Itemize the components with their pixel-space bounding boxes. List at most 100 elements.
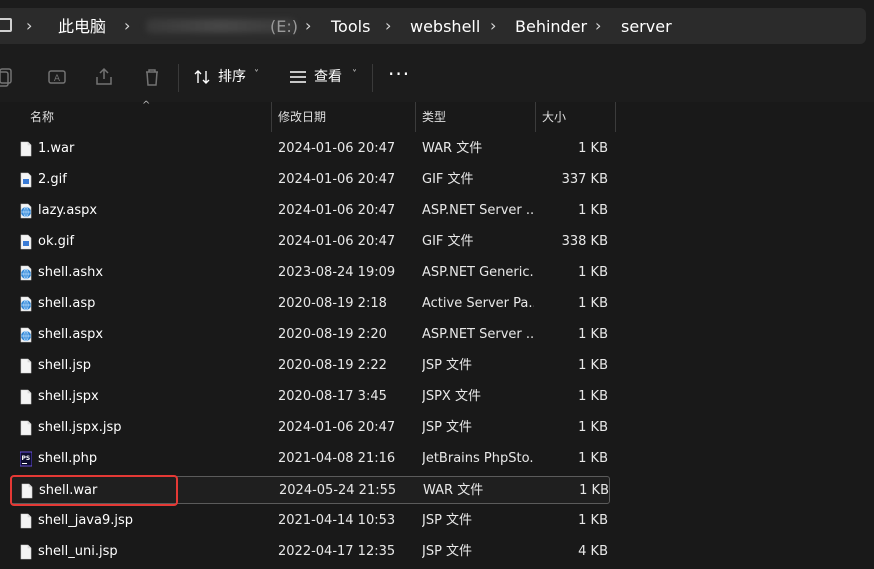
more-options-button[interactable]: ···	[388, 62, 410, 86]
file-size: 1 KB	[578, 358, 608, 373]
rename-icon[interactable]: A	[46, 66, 68, 88]
web-file-icon	[20, 327, 32, 343]
file-icon	[20, 358, 32, 374]
file-row[interactable]: lazy.aspx 2024-01-06 20:47 ASP.NET Server …	[10, 197, 610, 225]
breadcrumb-this-pc[interactable]: 此电脑	[58, 17, 106, 37]
file-row[interactable]: shell.aspx 2020-08-19 2:20 ASP.NET Server …	[10, 321, 610, 349]
file-row[interactable]: shell_uni.jsp 2022-04-17 12:35 JSP 文件 4 KB	[10, 538, 610, 566]
file-size: 1 KB	[578, 296, 608, 311]
address-bar: › 此电脑 › (E:) › Tools › webshell › Behind…	[0, 0, 874, 52]
command-bar: A 排序 ˅ 查看 ˅ ···	[0, 52, 874, 102]
copy-icon[interactable]	[0, 66, 16, 88]
file-date: 2020-08-17 3:45	[278, 389, 387, 404]
file-size: 1 KB	[578, 265, 608, 280]
file-row[interactable]: shell.jspx 2020-08-17 3:45 JSPX 文件 1 KB	[10, 383, 610, 411]
chevron-right-icon[interactable]: ›	[26, 16, 32, 36]
column-name[interactable]: 名称	[24, 102, 272, 132]
column-size[interactable]: 大小	[536, 102, 615, 132]
file-size: 1 KB	[578, 141, 608, 156]
file-row[interactable]: 2.gif 2024-01-06 20:47 GIF 文件 337 KB	[10, 166, 610, 194]
file-type: ASP.NET Generic...	[422, 265, 534, 280]
file-row[interactable]: shell.jsp 2020-08-19 2:22 JSP 文件 1 KB	[10, 352, 610, 380]
file-size: 1 KB	[578, 327, 608, 342]
svg-text:PS: PS	[22, 455, 31, 462]
file-size: 1 KB	[578, 203, 608, 218]
file-size: 337 KB	[561, 172, 608, 187]
file-type: ASP.NET Server ...	[422, 327, 534, 342]
file-date: 2024-01-06 20:47	[278, 420, 396, 435]
computer-icon	[0, 18, 12, 32]
breadcrumb-tools[interactable]: Tools	[331, 17, 370, 37]
file-name: shell.php	[38, 451, 98, 466]
annotation-highlight-box	[10, 475, 178, 506]
file-icon	[20, 420, 32, 436]
file-size: 1 KB	[578, 420, 608, 435]
file-date: 2024-01-06 20:47	[278, 172, 396, 187]
file-row[interactable]: shell_java9.jsp 2021-04-14 10:53 JSP 文件 1 K…	[10, 507, 610, 535]
share-icon[interactable]	[93, 66, 115, 88]
column-header: ^ 名称 修改日期 类型 大小	[0, 100, 874, 132]
file-icon	[20, 141, 32, 157]
toolbar-divider	[372, 64, 373, 92]
web-file-icon	[20, 265, 32, 281]
file-date: 2023-08-24 19:09	[278, 265, 396, 280]
toolbar-divider	[178, 64, 179, 92]
file-row[interactable]: shell.jspx.jsp 2024-01-06 20:47 JSP 文件 1 KB	[10, 414, 610, 442]
svg-text:A: A	[54, 74, 61, 84]
column-type[interactable]: 类型	[416, 102, 535, 132]
image-file-icon	[20, 234, 32, 250]
file-type: GIF 文件	[422, 234, 474, 249]
file-date: 2024-05-24 21:55	[279, 483, 397, 498]
chevron-right-icon[interactable]: ›	[305, 16, 311, 36]
file-size: 1 KB	[578, 513, 608, 528]
file-date: 2024-01-06 20:47	[278, 234, 396, 249]
file-row[interactable]: PS shell.php 2021-04-08 21:16 JetBrains Php…	[10, 445, 610, 473]
file-row[interactable]: 1.war 2024-01-06 20:47 WAR 文件 1 KB	[10, 135, 610, 163]
sort-label: 排序	[218, 69, 246, 85]
file-name: shell_uni.jsp	[38, 544, 118, 559]
phpstorm-file-icon: PS	[20, 451, 32, 467]
file-name: lazy.aspx	[38, 203, 98, 218]
column-date[interactable]: 修改日期	[272, 102, 415, 132]
file-date: 2024-01-06 20:47	[278, 203, 396, 218]
file-type: JSPX 文件	[422, 389, 481, 404]
file-type: WAR 文件	[423, 483, 484, 498]
breadcrumb-drive[interactable]: (E:)	[270, 17, 298, 37]
chevron-right-icon[interactable]: ›	[595, 16, 601, 36]
file-icon	[20, 513, 32, 529]
file-name: shell.jspx.jsp	[38, 420, 122, 435]
file-type: JSP 文件	[422, 513, 473, 528]
file-name: shell.ashx	[38, 265, 104, 280]
file-row[interactable]: shell.asp 2020-08-19 2:18 Active Server Pa…	[10, 290, 610, 318]
file-size: 1 KB	[578, 389, 608, 404]
file-name: 1.war	[38, 141, 75, 156]
file-type: ASP.NET Server ...	[422, 203, 534, 218]
file-size: 1 KB	[579, 483, 609, 498]
delete-icon[interactable]	[141, 66, 163, 88]
file-icon	[20, 544, 32, 560]
file-name: shell_java9.jsp	[38, 513, 134, 528]
chevron-right-icon[interactable]: ›	[385, 16, 391, 36]
file-date: 2021-04-08 21:16	[278, 451, 396, 466]
chevron-right-icon[interactable]: ›	[124, 16, 130, 36]
breadcrumb-behinder[interactable]: Behinder	[515, 17, 587, 37]
file-row[interactable]: shell.ashx 2023-08-24 19:09 ASP.NET Generi…	[10, 259, 610, 287]
file-icon	[20, 389, 32, 405]
view-label: 查看	[314, 69, 342, 85]
file-size: 4 KB	[578, 544, 608, 559]
file-row[interactable]: ok.gif 2024-01-06 20:47 GIF 文件 338 KB	[10, 228, 610, 256]
file-type: JSP 文件	[422, 358, 473, 373]
breadcrumb-webshell[interactable]: webshell	[410, 17, 480, 37]
column-divider[interactable]	[615, 102, 616, 132]
web-file-icon	[20, 296, 32, 312]
view-icon	[290, 71, 306, 83]
file-name: ok.gif	[38, 234, 75, 249]
file-type: JSP 文件	[422, 544, 473, 559]
file-type: GIF 文件	[422, 172, 474, 187]
file-date: 2020-08-19 2:22	[278, 358, 387, 373]
file-size: 1 KB	[578, 451, 608, 466]
chevron-right-icon[interactable]: ›	[490, 16, 496, 36]
file-name: shell.aspx	[38, 327, 104, 342]
sort-icon	[194, 70, 210, 84]
breadcrumb-server[interactable]: server	[621, 17, 672, 37]
